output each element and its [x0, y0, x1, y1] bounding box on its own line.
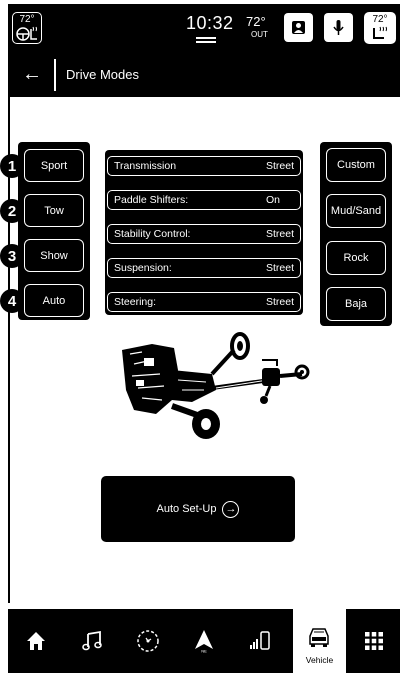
nav-apps[interactable]	[350, 609, 398, 673]
nav-phone[interactable]	[236, 609, 284, 673]
setting-row-transmission[interactable]: Transmission Street	[107, 156, 301, 176]
settings-panel: Transmission Street Paddle Shifters: On …	[105, 150, 303, 315]
setting-label: Paddle Shifters:	[114, 194, 189, 206]
nav-media[interactable]	[68, 609, 116, 673]
nav-comfort[interactable]	[124, 609, 172, 673]
mode-rock-button[interactable]: Rock	[326, 241, 386, 275]
setting-value: Street	[265, 160, 294, 172]
mode-tow-button[interactable]: Tow	[24, 194, 84, 227]
time-underline	[196, 37, 216, 39]
apps-grid-icon	[365, 632, 383, 650]
back-arrow-icon[interactable]: ←	[22, 64, 42, 84]
clock: 10:32	[186, 13, 234, 33]
heated-seat-icon	[373, 26, 387, 39]
mode-auto-button[interactable]: Auto	[24, 284, 84, 317]
driver-climate-button[interactable]: 72°	[12, 12, 42, 44]
setting-value: Street	[265, 228, 294, 240]
arrow-right-circle-icon: →	[222, 500, 240, 518]
nav-home[interactable]	[12, 609, 60, 673]
auto-setup-button[interactable]: Auto Set-Up →	[101, 476, 295, 542]
voice-button[interactable]	[324, 13, 353, 42]
nav-vehicle[interactable]: Vehicle	[293, 609, 346, 673]
callout-badge-2: 2	[0, 199, 24, 223]
setting-value: On	[265, 194, 280, 206]
phone-icon	[250, 631, 270, 650]
passenger-climate-button[interactable]: 72°	[364, 12, 396, 44]
mode-sport-button[interactable]: Sport	[24, 149, 84, 182]
setting-row-paddle-shifters[interactable]: Paddle Shifters: On	[107, 190, 301, 210]
mode-label: Show	[40, 249, 68, 262]
drivetrain-illustration	[122, 332, 310, 439]
setting-row-steering[interactable]: Steering: Street	[107, 292, 301, 312]
mode-label: Sport	[40, 159, 68, 172]
nav-navigation[interactable]: NE	[180, 609, 228, 673]
mode-label: Baja	[344, 298, 368, 310]
mode-custom-button[interactable]: Custom	[326, 148, 386, 182]
outside-temp: 72°	[246, 14, 266, 29]
mode-mud-sand-button[interactable]: Mud/Sand	[326, 194, 386, 228]
music-icon	[82, 630, 102, 651]
passenger-temp: 72°	[372, 14, 388, 25]
mode-label: Tow	[44, 204, 64, 217]
setting-row-suspension[interactable]: Suspension: Street	[107, 258, 301, 278]
bottom-nav: NE Vehicle	[8, 609, 400, 673]
callout-badge-3: 3	[0, 244, 24, 268]
page-title: Drive Modes	[66, 67, 139, 82]
title-divider	[54, 59, 56, 91]
heated-steering-seat-icon	[16, 26, 37, 41]
compass-icon	[137, 630, 159, 652]
setting-label: Stability Control:	[114, 228, 191, 240]
setting-row-stability-control[interactable]: Stability Control: Street	[107, 224, 301, 244]
mode-baja-button[interactable]: Baja	[326, 287, 386, 321]
user-icon	[292, 21, 305, 34]
profile-button[interactable]	[284, 13, 313, 42]
status-bar: 72° 10:32 72° OUT 72°	[8, 4, 400, 53]
auto-setup-label: Auto Set-Up	[156, 503, 217, 515]
setting-label: Transmission	[114, 160, 177, 172]
mode-label: Mud/Sand	[330, 205, 382, 217]
setting-value: Street	[265, 262, 294, 274]
microphone-icon	[333, 20, 344, 35]
mode-label: Auto	[42, 294, 66, 307]
setting-label: Steering:	[114, 296, 157, 308]
outside-label: OUT	[251, 30, 268, 39]
title-bar: ← Drive Modes	[8, 53, 400, 97]
callout-badge-4: 4	[0, 289, 24, 313]
setting-label: Suspension:	[114, 262, 172, 274]
home-icon	[27, 632, 45, 650]
mode-show-button[interactable]: Show	[24, 239, 84, 272]
callout-badge-1: 1	[0, 154, 24, 178]
mode-label: Rock	[343, 252, 369, 264]
mode-label: Custom	[337, 159, 375, 171]
primary-modes-panel: Sport Tow Show Auto	[18, 142, 90, 320]
setting-value: Street	[265, 296, 294, 308]
vehicle-icon	[309, 628, 329, 647]
nav-vehicle-label: Vehicle	[305, 655, 334, 665]
time-underline-2	[196, 41, 216, 43]
navigation-icon: NE	[195, 630, 213, 654]
driver-temp: 72°	[19, 14, 35, 25]
terrain-modes-panel: Custom Mud/Sand Rock Baja	[320, 142, 392, 326]
svg-text:NE: NE	[201, 649, 207, 654]
